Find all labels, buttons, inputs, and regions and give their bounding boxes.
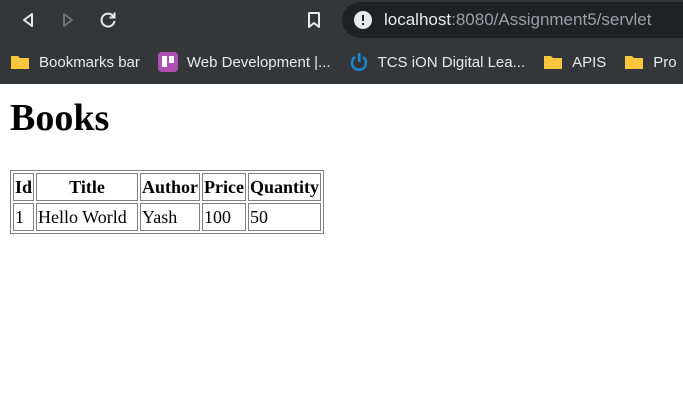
back-button[interactable] xyxy=(16,8,40,32)
cell-id: 1 xyxy=(13,203,35,231)
power-icon xyxy=(349,52,369,72)
column-header-price: Price xyxy=(202,173,246,201)
table-row: 1 Hello World Yash 100 50 xyxy=(13,203,322,231)
bookmark-item-bookmarks-bar[interactable]: Bookmarks bar xyxy=(0,48,148,76)
bookmark-icon xyxy=(308,12,320,28)
reload-icon xyxy=(100,12,116,28)
cell-price: 100 xyxy=(202,203,246,231)
browser-toolbar: localhost:8080/Assignment5/servlet xyxy=(0,0,683,40)
bookmark-item-pro[interactable]: Pro xyxy=(614,48,683,76)
bookmark-label: Web Development |... xyxy=(186,53,331,71)
url-text[interactable]: localhost:8080/Assignment5/servlet xyxy=(384,11,651,29)
books-table: Id Title Author Price Quantity 1 Hello W… xyxy=(10,170,325,234)
reload-button[interactable] xyxy=(96,8,120,32)
forward-button[interactable] xyxy=(56,8,80,32)
bookmark-item-apis[interactable]: APIS xyxy=(533,48,614,76)
url-host: localhost xyxy=(384,10,452,29)
page-title: Books xyxy=(10,97,110,139)
folder-icon xyxy=(543,52,563,72)
bookmark-label: Pro xyxy=(653,53,677,71)
bookmark-item-tcs-ion[interactable]: TCS iON Digital Lea... xyxy=(339,48,534,76)
bookmarks-bar: Bookmarks bar Web Development |... TCS i… xyxy=(0,40,683,84)
cell-author: Yash xyxy=(140,203,201,231)
column-header-quantity: Quantity xyxy=(248,173,322,201)
folder-icon xyxy=(624,52,644,72)
bookmark-label: APIS xyxy=(572,53,607,71)
column-header-title: Title xyxy=(36,173,139,201)
page-content: Books Id Title Author Price Quantity 1 H… xyxy=(0,96,683,234)
url-path: :8080/Assignment5/servlet xyxy=(451,10,652,29)
column-header-author: Author xyxy=(140,173,201,201)
bookmark-label: TCS iON Digital Lea... xyxy=(377,53,526,71)
cell-title: Hello World xyxy=(36,203,139,231)
column-header-id: Id xyxy=(13,173,35,201)
address-bar[interactable]: localhost:8080/Assignment5/servlet xyxy=(342,2,683,38)
forward-arrow-icon xyxy=(63,13,73,27)
cell-quantity: 50 xyxy=(248,203,322,231)
bookmark-label: Bookmarks bar xyxy=(39,53,140,71)
back-arrow-icon xyxy=(23,13,33,27)
bookmark-item-web-development[interactable]: Web Development |... xyxy=(148,48,339,76)
info-icon[interactable] xyxy=(354,11,372,29)
browser-chrome: localhost:8080/Assignment5/servlet Bookm… xyxy=(0,0,683,84)
folder-icon xyxy=(10,52,30,72)
bookmark-star-button[interactable] xyxy=(302,8,326,32)
trello-icon xyxy=(157,52,178,72)
table-header-row: Id Title Author Price Quantity xyxy=(13,173,322,201)
